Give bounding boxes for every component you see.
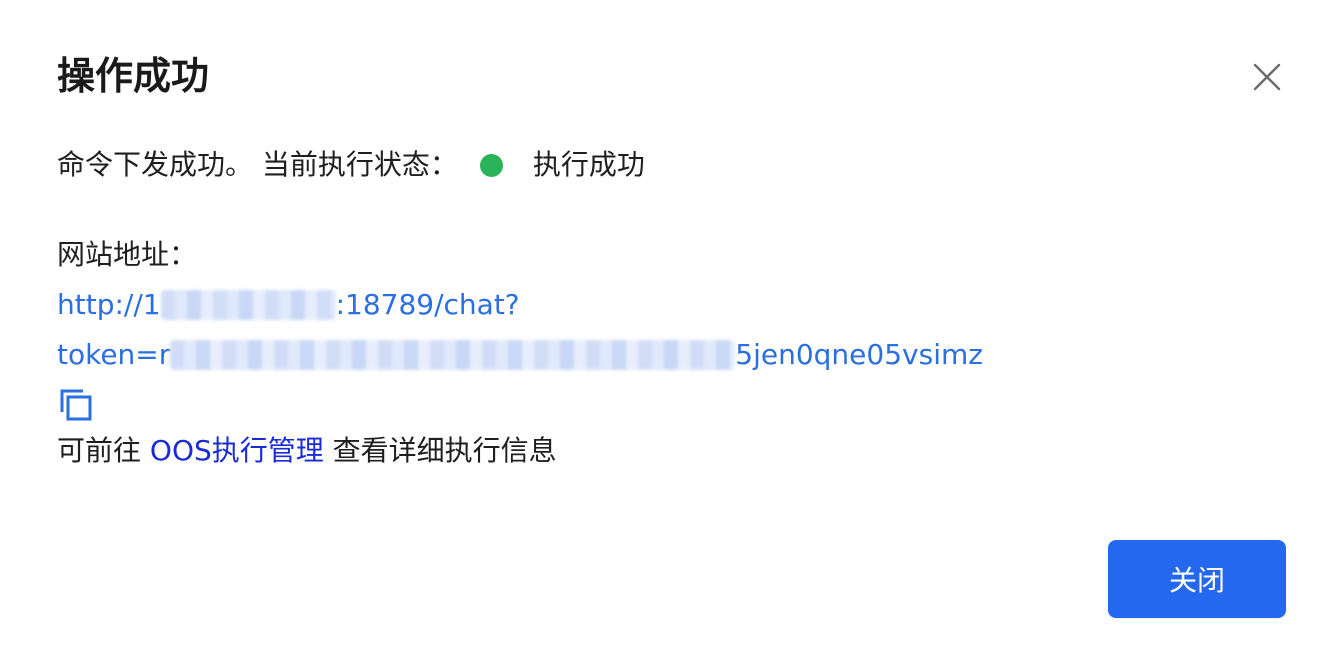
- details-prefix: 可前往: [57, 434, 150, 467]
- site-url-line-1[interactable]: http://1 :18789/chat?: [57, 280, 1277, 330]
- status-text: 执行成功: [532, 148, 645, 181]
- oos-execution-link[interactable]: OOS执行管理: [150, 434, 324, 467]
- url-line1-start: http://1: [57, 288, 161, 321]
- status-prefix: 命令下发成功。 当前执行状态：: [57, 148, 458, 181]
- url-line2-start: token=r: [57, 338, 171, 371]
- dialog-title: 操作成功: [57, 54, 210, 98]
- close-button[interactable]: 关闭: [1108, 540, 1286, 618]
- success-dialog: 操作成功 命令下发成功。 当前执行状态： 执行成功 网站地址： http://1…: [0, 0, 1338, 670]
- redacted-token-blur: [170, 340, 736, 370]
- close-icon[interactable]: [1244, 54, 1290, 100]
- copy-icon[interactable]: [57, 386, 95, 424]
- redacted-ip-blur: [160, 290, 336, 320]
- url-line2-end: 5jen0qne05vsimz: [735, 338, 983, 371]
- site-url-line-2[interactable]: token=r 5jen0qne05vsimz: [57, 330, 1277, 380]
- details-hint: 可前往 OOS执行管理 查看详细执行信息: [57, 426, 1277, 476]
- url-line1-end: :18789/chat?: [335, 288, 520, 321]
- details-suffix: 查看详细执行信息: [323, 434, 557, 467]
- status-line: 命令下发成功。 当前执行状态： 执行成功: [57, 140, 1277, 190]
- site-address-label: 网站地址：: [57, 238, 198, 271]
- dialog-body: 命令下发成功。 当前执行状态： 执行成功 网站地址： http://1 :187…: [57, 140, 1277, 476]
- success-status-dot-icon: [479, 153, 503, 177]
